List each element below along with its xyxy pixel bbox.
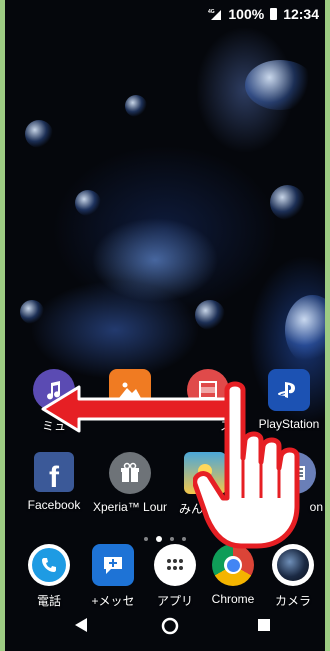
page-dot xyxy=(144,536,148,541)
recents-button[interactable] xyxy=(257,618,271,632)
clock: 12:34 xyxy=(283,6,319,22)
wallpaper-bubble xyxy=(270,185,305,220)
home-button[interactable] xyxy=(161,617,179,635)
page-dot xyxy=(170,536,174,541)
pointing-hand-icon xyxy=(193,381,300,549)
wallpaper-bubble xyxy=(245,60,315,110)
app-facebook[interactable]: f Facebook xyxy=(17,452,91,512)
wallpaper-bubble xyxy=(20,300,44,324)
signal-icon: 4G xyxy=(208,9,222,20)
page-dot-active xyxy=(156,535,162,542)
home-screen[interactable]: 4G 100% 12:34 ミュ ス PlayStation xyxy=(5,0,325,651)
svg-text:4G: 4G xyxy=(208,9,215,15)
app-label: Xperia™ Loun xyxy=(93,500,167,514)
message-icon xyxy=(92,544,134,586)
battery-percent: 100% xyxy=(228,6,265,22)
app-label: Facebook xyxy=(27,498,81,512)
page-dot xyxy=(182,536,186,541)
wallpaper-bubble xyxy=(195,300,225,330)
camera-icon xyxy=(272,544,314,586)
wallpaper-bubble xyxy=(25,120,53,148)
apps-grid-icon xyxy=(154,544,196,586)
wallpaper-bubble xyxy=(125,95,147,117)
gift-icon xyxy=(109,452,151,494)
dock-chrome[interactable]: Chrome xyxy=(201,544,265,606)
wallpaper-bubble xyxy=(285,295,325,365)
app-xperia-lounge[interactable]: Xperia™ Loun xyxy=(93,452,167,514)
status-bar: 4G 100% 12:34 xyxy=(5,0,325,28)
battery-icon xyxy=(270,8,278,20)
back-button[interactable] xyxy=(73,617,89,633)
phone-icon xyxy=(28,544,70,586)
wallpaper-bubble xyxy=(75,190,101,216)
chrome-icon xyxy=(212,544,254,586)
navigation-bar xyxy=(5,599,325,651)
facebook-icon: f xyxy=(34,452,74,494)
